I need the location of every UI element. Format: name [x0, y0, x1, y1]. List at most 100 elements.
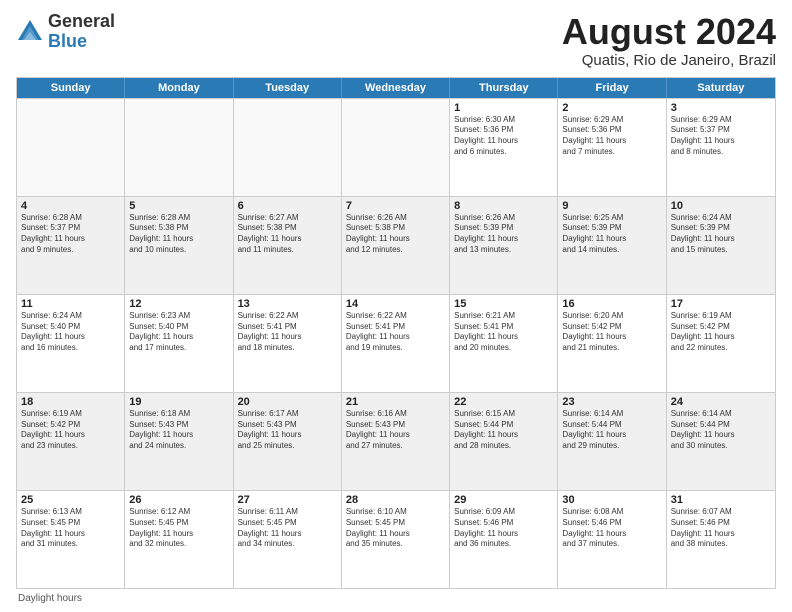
calendar-cell: 22Sunrise: 6:15 AM Sunset: 5:44 PM Dayli…: [450, 393, 558, 490]
day-info: Sunrise: 6:29 AM Sunset: 5:37 PM Dayligh…: [671, 115, 771, 158]
day-info: Sunrise: 6:22 AM Sunset: 5:41 PM Dayligh…: [238, 311, 337, 354]
day-info: Sunrise: 6:26 AM Sunset: 5:38 PM Dayligh…: [346, 213, 445, 256]
footnote: Daylight hours: [16, 593, 776, 604]
calendar-cell: [342, 99, 450, 196]
day-number: 2: [562, 102, 661, 114]
calendar-cell: 4Sunrise: 6:28 AM Sunset: 5:37 PM Daylig…: [17, 197, 125, 294]
calendar-cell: 9Sunrise: 6:25 AM Sunset: 5:39 PM Daylig…: [558, 197, 666, 294]
calendar-cell: 8Sunrise: 6:26 AM Sunset: 5:39 PM Daylig…: [450, 197, 558, 294]
day-number: 25: [21, 494, 120, 506]
logo-blue-text: Blue: [48, 32, 115, 52]
day-number: 1: [454, 102, 553, 114]
day-info: Sunrise: 6:22 AM Sunset: 5:41 PM Dayligh…: [346, 311, 445, 354]
day-number: 7: [346, 200, 445, 212]
day-info: Sunrise: 6:15 AM Sunset: 5:44 PM Dayligh…: [454, 409, 553, 452]
calendar-body: 1Sunrise: 6:30 AM Sunset: 5:36 PM Daylig…: [17, 98, 775, 588]
day-number: 14: [346, 298, 445, 310]
calendar-header-cell: Thursday: [450, 78, 558, 98]
day-info: Sunrise: 6:30 AM Sunset: 5:36 PM Dayligh…: [454, 115, 553, 158]
calendar-cell: 29Sunrise: 6:09 AM Sunset: 5:46 PM Dayli…: [450, 491, 558, 588]
calendar-cell: 6Sunrise: 6:27 AM Sunset: 5:38 PM Daylig…: [234, 197, 342, 294]
calendar-header-row: SundayMondayTuesdayWednesdayThursdayFrid…: [17, 78, 775, 98]
calendar-header-cell: Tuesday: [234, 78, 342, 98]
day-info: Sunrise: 6:25 AM Sunset: 5:39 PM Dayligh…: [562, 213, 661, 256]
day-info: Sunrise: 6:09 AM Sunset: 5:46 PM Dayligh…: [454, 507, 553, 550]
calendar-cell: [125, 99, 233, 196]
day-info: Sunrise: 6:23 AM Sunset: 5:40 PM Dayligh…: [129, 311, 228, 354]
calendar-cell: 3Sunrise: 6:29 AM Sunset: 5:37 PM Daylig…: [667, 99, 775, 196]
title-block: August 2024 Quatis, Rio de Janeiro, Braz…: [562, 12, 776, 69]
day-info: Sunrise: 6:14 AM Sunset: 5:44 PM Dayligh…: [562, 409, 661, 452]
calendar-cell: 19Sunrise: 6:18 AM Sunset: 5:43 PM Dayli…: [125, 393, 233, 490]
day-info: Sunrise: 6:12 AM Sunset: 5:45 PM Dayligh…: [129, 507, 228, 550]
calendar-cell: 16Sunrise: 6:20 AM Sunset: 5:42 PM Dayli…: [558, 295, 666, 392]
calendar-cell: [17, 99, 125, 196]
calendar-cell: 5Sunrise: 6:28 AM Sunset: 5:38 PM Daylig…: [125, 197, 233, 294]
calendar-subtitle: Quatis, Rio de Janeiro, Brazil: [562, 52, 776, 69]
calendar-cell: 14Sunrise: 6:22 AM Sunset: 5:41 PM Dayli…: [342, 295, 450, 392]
header: General Blue August 2024 Quatis, Rio de …: [16, 12, 776, 69]
day-info: Sunrise: 6:29 AM Sunset: 5:36 PM Dayligh…: [562, 115, 661, 158]
day-number: 23: [562, 396, 661, 408]
day-number: 19: [129, 396, 228, 408]
calendar-cell: 15Sunrise: 6:21 AM Sunset: 5:41 PM Dayli…: [450, 295, 558, 392]
logo: General Blue: [16, 12, 115, 52]
day-info: Sunrise: 6:08 AM Sunset: 5:46 PM Dayligh…: [562, 507, 661, 550]
day-number: 6: [238, 200, 337, 212]
day-number: 22: [454, 396, 553, 408]
calendar-cell: 25Sunrise: 6:13 AM Sunset: 5:45 PM Dayli…: [17, 491, 125, 588]
day-info: Sunrise: 6:17 AM Sunset: 5:43 PM Dayligh…: [238, 409, 337, 452]
day-number: 21: [346, 396, 445, 408]
calendar-cell: [234, 99, 342, 196]
day-info: Sunrise: 6:14 AM Sunset: 5:44 PM Dayligh…: [671, 409, 771, 452]
calendar-cell: 28Sunrise: 6:10 AM Sunset: 5:45 PM Dayli…: [342, 491, 450, 588]
day-number: 26: [129, 494, 228, 506]
day-number: 30: [562, 494, 661, 506]
day-number: 20: [238, 396, 337, 408]
day-number: 31: [671, 494, 771, 506]
calendar-cell: 24Sunrise: 6:14 AM Sunset: 5:44 PM Dayli…: [667, 393, 775, 490]
calendar-cell: 26Sunrise: 6:12 AM Sunset: 5:45 PM Dayli…: [125, 491, 233, 588]
calendar-cell: 21Sunrise: 6:16 AM Sunset: 5:43 PM Dayli…: [342, 393, 450, 490]
day-info: Sunrise: 6:16 AM Sunset: 5:43 PM Dayligh…: [346, 409, 445, 452]
day-number: 24: [671, 396, 771, 408]
day-info: Sunrise: 6:10 AM Sunset: 5:45 PM Dayligh…: [346, 507, 445, 550]
day-info: Sunrise: 6:19 AM Sunset: 5:42 PM Dayligh…: [21, 409, 120, 452]
calendar-cell: 11Sunrise: 6:24 AM Sunset: 5:40 PM Dayli…: [17, 295, 125, 392]
day-info: Sunrise: 6:27 AM Sunset: 5:38 PM Dayligh…: [238, 213, 337, 256]
calendar-cell: 13Sunrise: 6:22 AM Sunset: 5:41 PM Dayli…: [234, 295, 342, 392]
day-number: 11: [21, 298, 120, 310]
day-number: 12: [129, 298, 228, 310]
day-info: Sunrise: 6:11 AM Sunset: 5:45 PM Dayligh…: [238, 507, 337, 550]
calendar-cell: 1Sunrise: 6:30 AM Sunset: 5:36 PM Daylig…: [450, 99, 558, 196]
day-info: Sunrise: 6:24 AM Sunset: 5:40 PM Dayligh…: [21, 311, 120, 354]
day-info: Sunrise: 6:28 AM Sunset: 5:38 PM Dayligh…: [129, 213, 228, 256]
logo-text: General Blue: [48, 12, 115, 52]
day-info: Sunrise: 6:21 AM Sunset: 5:41 PM Dayligh…: [454, 311, 553, 354]
day-info: Sunrise: 6:26 AM Sunset: 5:39 PM Dayligh…: [454, 213, 553, 256]
day-number: 15: [454, 298, 553, 310]
calendar-week-row: 1Sunrise: 6:30 AM Sunset: 5:36 PM Daylig…: [17, 98, 775, 196]
day-info: Sunrise: 6:24 AM Sunset: 5:39 PM Dayligh…: [671, 213, 771, 256]
calendar-week-row: 18Sunrise: 6:19 AM Sunset: 5:42 PM Dayli…: [17, 392, 775, 490]
calendar-cell: 23Sunrise: 6:14 AM Sunset: 5:44 PM Dayli…: [558, 393, 666, 490]
calendar-cell: 20Sunrise: 6:17 AM Sunset: 5:43 PM Dayli…: [234, 393, 342, 490]
calendar-cell: 2Sunrise: 6:29 AM Sunset: 5:36 PM Daylig…: [558, 99, 666, 196]
day-info: Sunrise: 6:19 AM Sunset: 5:42 PM Dayligh…: [671, 311, 771, 354]
day-number: 13: [238, 298, 337, 310]
day-info: Sunrise: 6:18 AM Sunset: 5:43 PM Dayligh…: [129, 409, 228, 452]
day-number: 18: [21, 396, 120, 408]
day-number: 10: [671, 200, 771, 212]
calendar-header-cell: Monday: [125, 78, 233, 98]
day-info: Sunrise: 6:13 AM Sunset: 5:45 PM Dayligh…: [21, 507, 120, 550]
day-info: Sunrise: 6:20 AM Sunset: 5:42 PM Dayligh…: [562, 311, 661, 354]
calendar-header-cell: Sunday: [17, 78, 125, 98]
calendar-title: August 2024: [562, 12, 776, 52]
calendar-cell: 31Sunrise: 6:07 AM Sunset: 5:46 PM Dayli…: [667, 491, 775, 588]
day-number: 16: [562, 298, 661, 310]
calendar-cell: 17Sunrise: 6:19 AM Sunset: 5:42 PM Dayli…: [667, 295, 775, 392]
day-info: Sunrise: 6:07 AM Sunset: 5:46 PM Dayligh…: [671, 507, 771, 550]
calendar-cell: 30Sunrise: 6:08 AM Sunset: 5:46 PM Dayli…: [558, 491, 666, 588]
day-number: 3: [671, 102, 771, 114]
calendar-header-cell: Saturday: [667, 78, 775, 98]
